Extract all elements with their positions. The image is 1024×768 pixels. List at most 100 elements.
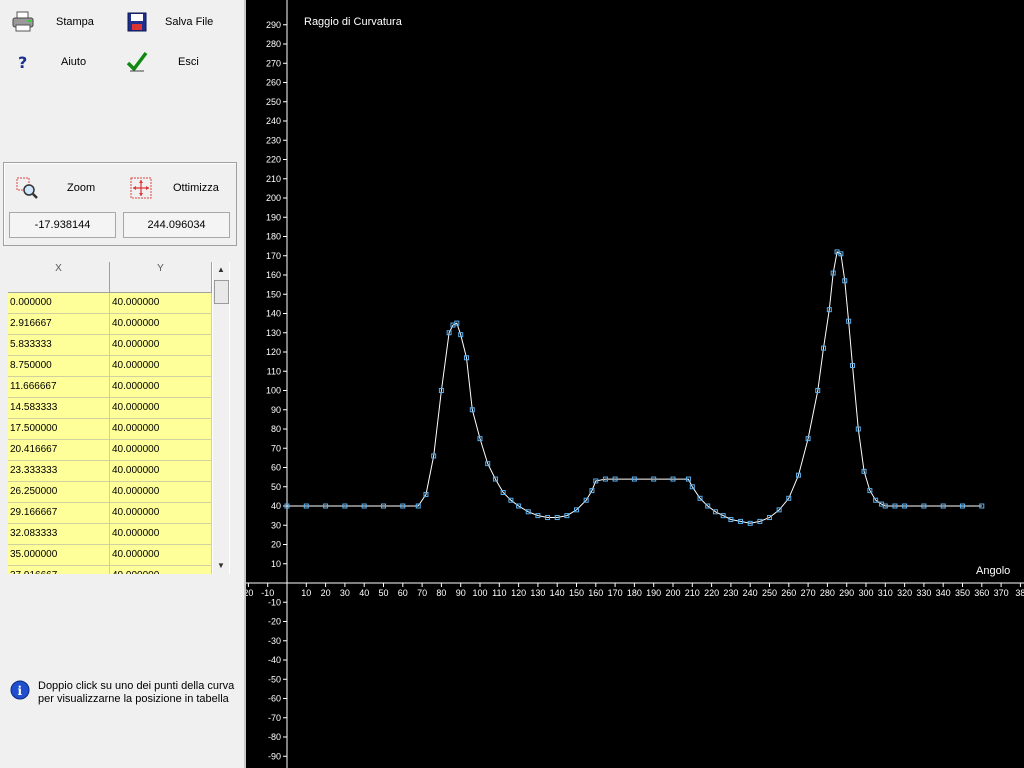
x-tick-label: 100 bbox=[472, 588, 487, 598]
table-cell-y[interactable]: 40.000000 bbox=[110, 440, 212, 461]
y-tick-label: -20 bbox=[268, 617, 281, 627]
optimize-button[interactable]: Ottimizza bbox=[128, 176, 233, 200]
table-row[interactable]: 26.250000 40.000000 bbox=[8, 482, 212, 503]
x-tick-label: 160 bbox=[588, 588, 603, 598]
y-tick-label: 150 bbox=[266, 289, 281, 299]
zoom-label: Zoom bbox=[67, 182, 96, 194]
x-tick-label: 210 bbox=[685, 588, 700, 598]
table-cell-y[interactable]: 40.000000 bbox=[110, 566, 212, 574]
y-tick-label: 240 bbox=[266, 116, 281, 126]
table-cell-y[interactable]: 40.000000 bbox=[110, 545, 212, 566]
scroll-thumb[interactable] bbox=[214, 280, 229, 304]
table-row[interactable]: 35.000000 40.000000 bbox=[8, 545, 212, 566]
y-tick-label: 20 bbox=[271, 540, 281, 550]
zoom-button[interactable]: Zoom bbox=[14, 176, 114, 200]
y-tick-label: 290 bbox=[266, 20, 281, 30]
table-cell-x[interactable]: 23.333333 bbox=[8, 461, 110, 482]
table-cell-x[interactable]: 32.083333 bbox=[8, 524, 110, 545]
x-tick-label: 130 bbox=[530, 588, 545, 598]
x-axis-label: Angolo bbox=[976, 565, 1010, 577]
table-cell-x[interactable]: 0.000000 bbox=[8, 293, 110, 314]
table-cell-y[interactable]: 40.000000 bbox=[110, 461, 212, 482]
table-cell-y[interactable]: 40.000000 bbox=[110, 524, 212, 545]
y-tick-label: 40 bbox=[271, 501, 281, 511]
y-tick-label: 110 bbox=[267, 366, 281, 376]
table-cell-x[interactable]: 20.416667 bbox=[8, 440, 110, 461]
table-row[interactable]: 11.666667 40.000000 bbox=[8, 377, 212, 398]
table-row[interactable]: 14.583333 40.000000 bbox=[8, 398, 212, 419]
y-tick-label: 90 bbox=[271, 405, 281, 415]
points-table[interactable]: X Y 0.000000 40.000000 2.916667 40.000000 5.… bbox=[8, 262, 230, 574]
x-tick-label: 270 bbox=[801, 588, 816, 598]
table-cell-x[interactable]: 14.583333 bbox=[8, 398, 110, 419]
table-cell-x[interactable]: 11.666667 bbox=[8, 377, 110, 398]
y-tick-label: 270 bbox=[266, 58, 281, 68]
svg-text:i: i bbox=[18, 684, 23, 698]
info-icon: i bbox=[10, 680, 30, 706]
column-header-y[interactable]: Y bbox=[110, 262, 212, 293]
y-tick-label: -50 bbox=[268, 674, 281, 684]
x-tick-label: 38 bbox=[1015, 588, 1024, 598]
y-tick-label: -70 bbox=[268, 713, 281, 723]
x-tick-label: 260 bbox=[781, 588, 796, 598]
table-cell-x[interactable]: 8.750000 bbox=[8, 356, 110, 377]
table-cell-x[interactable]: 5.833333 bbox=[8, 335, 110, 356]
table-row[interactable]: 5.833333 40.000000 bbox=[8, 335, 212, 356]
table-row[interactable]: 8.750000 40.000000 bbox=[8, 356, 212, 377]
print-button[interactable]: Stampa bbox=[10, 10, 120, 34]
table-cell-x[interactable]: 35.000000 bbox=[8, 545, 110, 566]
x-tick-label: 180 bbox=[627, 588, 642, 598]
x-tick-label: 350 bbox=[955, 588, 970, 598]
table-cell-y[interactable]: 40.000000 bbox=[110, 356, 212, 377]
table-row[interactable]: 37.91666740.000000 bbox=[8, 566, 212, 574]
help-button[interactable]: ? Aiuto bbox=[10, 50, 120, 74]
printer-icon bbox=[10, 10, 36, 34]
table-cell-y[interactable]: 40.000000 bbox=[110, 335, 212, 356]
table-cell-y[interactable]: 40.000000 bbox=[110, 419, 212, 440]
table-row[interactable]: 23.333333 40.000000 bbox=[8, 461, 212, 482]
x-tick-label: 120 bbox=[511, 588, 526, 598]
table-row[interactable]: 20.416667 40.000000 bbox=[8, 440, 212, 461]
table-cell-y[interactable]: 40.000000 bbox=[110, 377, 212, 398]
exit-button[interactable]: Esci bbox=[124, 50, 234, 74]
save-file-button[interactable]: Salva File bbox=[124, 10, 234, 34]
y-tick-label: -90 bbox=[268, 751, 281, 761]
chart-canvas[interactable]: -90 -80 -70 -60 -50 -40 -30 -20 -10 10 20 30 40 50 60 7… bbox=[246, 0, 1024, 768]
column-header-x[interactable]: X bbox=[8, 262, 110, 293]
print-label: Stampa bbox=[56, 16, 94, 28]
table-scrollbar[interactable]: ▲ ▼ bbox=[213, 262, 229, 574]
y-tick-label: -60 bbox=[268, 694, 281, 704]
table-row[interactable]: 32.083333 40.000000 bbox=[8, 524, 212, 545]
y-tick-label: 190 bbox=[266, 212, 281, 222]
table-cell-y[interactable]: 40.000000 bbox=[110, 482, 212, 503]
y-tick-label: 200 bbox=[266, 193, 281, 203]
table-cell-y[interactable]: 40.000000 bbox=[110, 398, 212, 419]
magnifier-icon bbox=[14, 176, 40, 200]
x-tick-label: 10 bbox=[301, 588, 311, 598]
x-tick-label: 290 bbox=[839, 588, 854, 598]
curvature-chart[interactable]: -90 -80 -70 -60 -50 -40 -30 -20 -10 10 20 30 40 50 60 7… bbox=[244, 0, 1024, 768]
x-tick-label: 110 bbox=[492, 588, 506, 598]
x-tick-label: 250 bbox=[762, 588, 777, 598]
table-cell-y[interactable]: 40.000000 bbox=[110, 503, 212, 524]
table-cell-x[interactable]: 17.500000 bbox=[8, 419, 110, 440]
table-cell-y[interactable]: 40.000000 bbox=[110, 314, 212, 335]
x-tick-label: 150 bbox=[569, 588, 584, 598]
scroll-down-icon[interactable]: ▼ bbox=[213, 558, 229, 574]
table-cell-y[interactable]: 40.000000 bbox=[110, 293, 212, 314]
y-tick-label: 170 bbox=[266, 251, 281, 261]
table-row[interactable]: 17.500000 40.000000 bbox=[8, 419, 212, 440]
table-cell-x[interactable]: 29.166667 bbox=[8, 503, 110, 524]
y-tick-label: 230 bbox=[266, 135, 281, 145]
zoom-panel: Zoom Ottimizza -17.938144 244.096034 bbox=[3, 162, 237, 246]
y-tick-label: -30 bbox=[268, 636, 281, 646]
y-coordinate-field: 244.096034 bbox=[123, 212, 230, 238]
table-row[interactable]: 2.916667 40.000000 bbox=[8, 314, 212, 335]
scroll-up-icon[interactable]: ▲ bbox=[213, 262, 229, 278]
table-cell-x[interactable]: 37.916667 bbox=[8, 566, 110, 574]
table-row[interactable]: 29.166667 40.000000 bbox=[8, 503, 212, 524]
table-row[interactable]: 0.000000 40.000000 bbox=[8, 293, 212, 314]
table-cell-x[interactable]: 26.250000 bbox=[8, 482, 110, 503]
table-cell-x[interactable]: 2.916667 bbox=[8, 314, 110, 335]
x-tick-label: 370 bbox=[994, 588, 1009, 598]
